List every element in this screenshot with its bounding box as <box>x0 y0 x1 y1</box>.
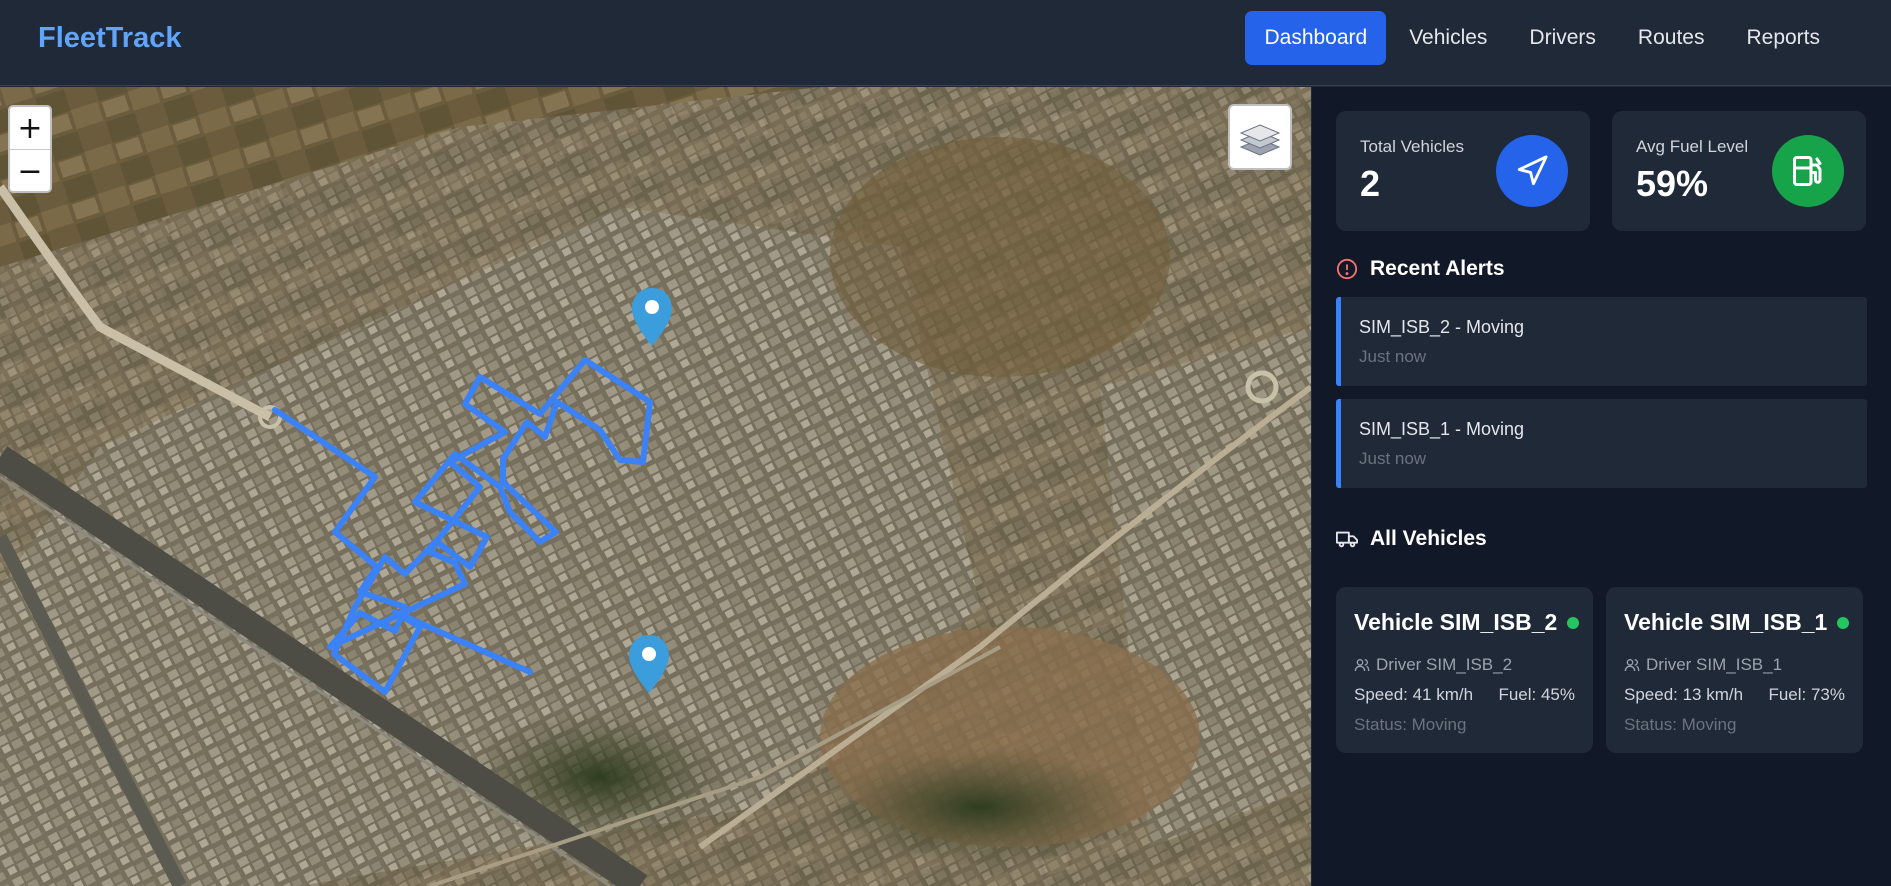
online-status-dot <box>1837 617 1849 629</box>
nav-routes[interactable]: Routes <box>1619 11 1724 65</box>
driver-name: Driver SIM_ISB_1 <box>1646 655 1783 674</box>
vehicle-route-path <box>272 357 653 695</box>
stat-label: Total Vehicles <box>1360 137 1464 156</box>
alert-item[interactable]: SIM_ISB_1 - Moving Just now <box>1336 399 1867 488</box>
section-title-text: Recent Alerts <box>1370 257 1505 280</box>
satellite-map[interactable]: + − <box>0 87 1311 886</box>
layers-icon <box>1239 124 1281 156</box>
stat-value: 2 <box>1360 163 1381 204</box>
stat-card-total-vehicles: Total Vehicles 2 <box>1336 111 1590 231</box>
brand-logo[interactable]: FleetTrack <box>38 22 181 55</box>
nav-vehicles[interactable]: Vehicles <box>1390 11 1506 65</box>
stat-card-avg-fuel: Avg Fuel Level 59% <box>1612 111 1866 231</box>
stat-label: Avg Fuel Level <box>1636 137 1749 156</box>
users-icon <box>1354 659 1370 672</box>
vehicle-name: Vehicle SIM_ISB_2 <box>1354 609 1558 635</box>
alert-time: Just now <box>1359 449 1427 468</box>
users-icon <box>1624 659 1640 672</box>
vehicle-speed: Speed: 13 km/h <box>1624 685 1744 704</box>
vehicle-name: Vehicle SIM_ISB_1 <box>1624 609 1828 635</box>
section-title-text: All Vehicles <box>1370 527 1487 550</box>
fuel-pump-icon <box>1772 135 1844 207</box>
top-navbar: FleetTrack Dashboard Vehicles Drivers Ro… <box>0 0 1891 86</box>
nav-reports[interactable]: Reports <box>1727 11 1839 65</box>
vehicle-marker-sim-isb-2[interactable] <box>632 288 672 346</box>
zoom-out-button[interactable]: − <box>10 150 50 191</box>
driver-name: Driver SIM_ISB_2 <box>1376 655 1513 674</box>
vehicle-card-sim-isb-2[interactable]: Vehicle SIM_ISB_2 Driver SIM_ISB_2 Speed… <box>1336 587 1593 753</box>
vehicle-marker-sim-isb-1[interactable] <box>629 635 669 693</box>
stat-value: 59% <box>1636 163 1709 204</box>
vehicle-fuel: Fuel: 73% <box>1768 685 1845 704</box>
truck-icon <box>1336 531 1358 548</box>
vehicle-card-sim-isb-1[interactable]: Vehicle SIM_ISB_1 Driver SIM_ISB_1 Speed… <box>1606 587 1863 753</box>
nav-dashboard[interactable]: Dashboard <box>1245 11 1387 65</box>
nav-drivers[interactable]: Drivers <box>1510 11 1615 65</box>
vehicle-status: Status: Moving <box>1624 715 1737 734</box>
online-status-dot <box>1567 617 1579 629</box>
alert-title: SIM_ISB_1 - Moving <box>1359 419 1525 439</box>
zoom-in-button[interactable]: + <box>10 107 50 150</box>
vehicle-speed: Speed: 41 km/h <box>1354 685 1474 704</box>
main-nav: Dashboard Vehicles Drivers Routes Report… <box>1245 11 1839 65</box>
alert-title: SIM_ISB_2 - Moving <box>1359 317 1525 337</box>
recent-alerts-heading: Recent Alerts <box>1336 257 1505 281</box>
alert-circle-icon <box>1336 258 1358 280</box>
navigation-arrow-icon <box>1496 135 1568 207</box>
side-panel: Total Vehicles 2 Avg Fuel Level 59% Rece… <box>1312 87 1891 886</box>
alert-item[interactable]: SIM_ISB_2 - Moving Just now <box>1336 297 1867 386</box>
vehicle-driver: Driver SIM_ISB_2 <box>1354 655 1512 675</box>
vehicle-status: Status: Moving <box>1354 715 1467 734</box>
vehicle-fuel: Fuel: 45% <box>1498 685 1575 704</box>
all-vehicles-heading: All Vehicles <box>1336 527 1487 551</box>
layer-switcher-button[interactable] <box>1228 104 1292 170</box>
zoom-control: + − <box>8 105 52 193</box>
alert-time: Just now <box>1359 347 1427 366</box>
vehicle-driver: Driver SIM_ISB_1 <box>1624 655 1782 675</box>
